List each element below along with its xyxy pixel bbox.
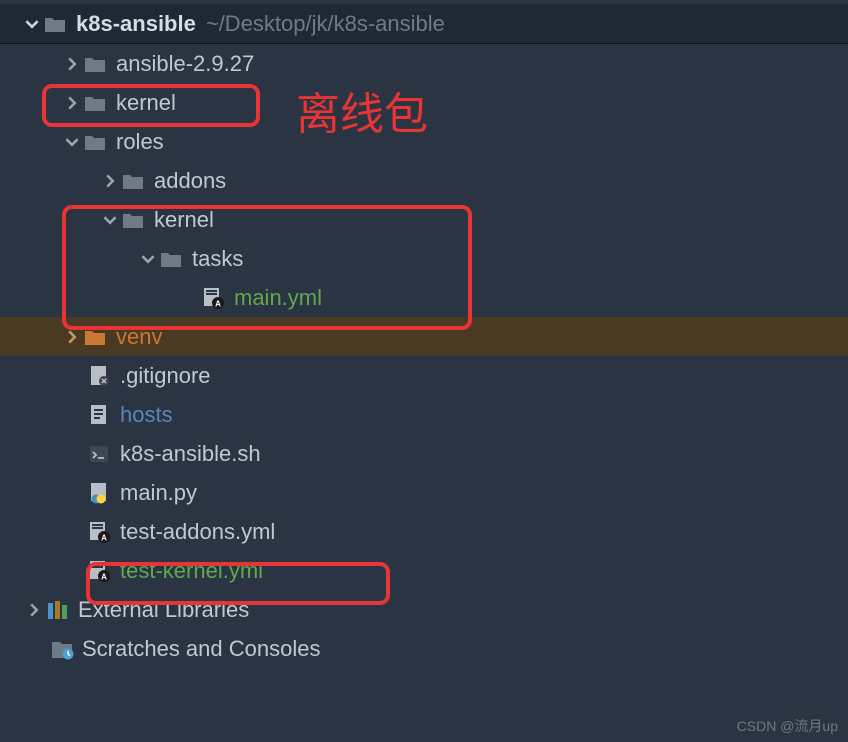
ansible-file-icon: A — [88, 521, 116, 543]
tree-label: Scratches and Consoles — [82, 636, 320, 662]
tree-item-kernel[interactable]: kernel — [0, 83, 848, 122]
tree-item-addons[interactable]: addons — [0, 161, 848, 200]
tree-item-roles-kernel[interactable]: kernel — [0, 200, 848, 239]
svg-text:A: A — [215, 299, 221, 308]
tree-label: roles — [116, 129, 164, 155]
folder-icon — [44, 15, 72, 33]
tree-label: tasks — [192, 246, 243, 272]
watermark: CSDN @流月up — [737, 716, 838, 736]
tree-label: test-kernel.yml — [120, 558, 263, 584]
tree-item-venv[interactable]: venv — [0, 317, 848, 356]
chevron-right-icon[interactable] — [60, 96, 84, 110]
chevron-down-icon[interactable] — [98, 213, 122, 227]
tree-item-ansible[interactable]: ansible-2.9.27 — [0, 44, 848, 83]
folder-icon — [160, 250, 188, 268]
tree-item-test-addons[interactable]: A test-addons.yml — [0, 512, 848, 551]
tree-item-main-py[interactable]: main.py — [0, 473, 848, 512]
tree-label: External Libraries — [78, 597, 249, 623]
chevron-right-icon[interactable] — [98, 174, 122, 188]
chevron-down-icon[interactable] — [60, 135, 84, 149]
chevron-down-icon[interactable] — [136, 252, 160, 266]
project-tree: k8s-ansible ~/Desktop/jk/k8s-ansible ans… — [0, 0, 848, 668]
folder-icon — [122, 172, 150, 190]
tree-label: k8s-ansible.sh — [120, 441, 261, 467]
tree-item-scratches[interactable]: Scratches and Consoles — [0, 629, 848, 668]
folder-icon — [84, 55, 112, 73]
folder-icon — [84, 328, 112, 346]
tree-item-sh[interactable]: k8s-ansible.sh — [0, 434, 848, 473]
project-root-row[interactable]: k8s-ansible ~/Desktop/jk/k8s-ansible — [0, 4, 848, 44]
tree-item-main-yml[interactable]: A main.yml — [0, 278, 848, 317]
tree-label: hosts — [120, 402, 173, 428]
chevron-right-icon[interactable] — [60, 57, 84, 71]
ansible-file-icon: A — [88, 560, 116, 582]
text-file-icon — [88, 404, 116, 426]
folder-icon — [84, 94, 112, 112]
tree-label: ansible-2.9.27 — [116, 51, 254, 77]
chevron-right-icon[interactable] — [22, 603, 46, 617]
tree-item-roles[interactable]: roles — [0, 122, 848, 161]
tree-item-tasks[interactable]: tasks — [0, 239, 848, 278]
ansible-file-icon: A — [202, 287, 230, 309]
tree-label: main.py — [120, 480, 197, 506]
tree-label: kernel — [154, 207, 214, 233]
svg-text:A: A — [101, 533, 107, 542]
tree-label: venv — [116, 324, 162, 350]
tree-item-test-kernel[interactable]: A test-kernel.yml — [0, 551, 848, 590]
tree-item-hosts[interactable]: hosts — [0, 395, 848, 434]
tree-label: main.yml — [234, 285, 322, 311]
chevron-right-icon[interactable] — [60, 330, 84, 344]
library-icon — [46, 599, 74, 621]
tree-item-gitignore[interactable]: .gitignore — [0, 356, 848, 395]
project-path: ~/Desktop/jk/k8s-ansible — [206, 11, 445, 37]
project-name: k8s-ansible — [76, 11, 196, 37]
folder-icon — [122, 211, 150, 229]
python-file-icon — [88, 482, 116, 504]
tree-item-external-libs[interactable]: External Libraries — [0, 590, 848, 629]
svg-text:A: A — [101, 572, 107, 581]
tree-label: .gitignore — [120, 363, 211, 389]
tree-label: kernel — [116, 90, 176, 116]
tree-label: addons — [154, 168, 226, 194]
file-icon — [88, 365, 116, 387]
chevron-down-icon[interactable] — [20, 17, 44, 31]
shell-file-icon — [88, 443, 116, 465]
folder-icon — [84, 133, 112, 151]
scratches-icon — [50, 638, 78, 660]
tree-label: test-addons.yml — [120, 519, 275, 545]
